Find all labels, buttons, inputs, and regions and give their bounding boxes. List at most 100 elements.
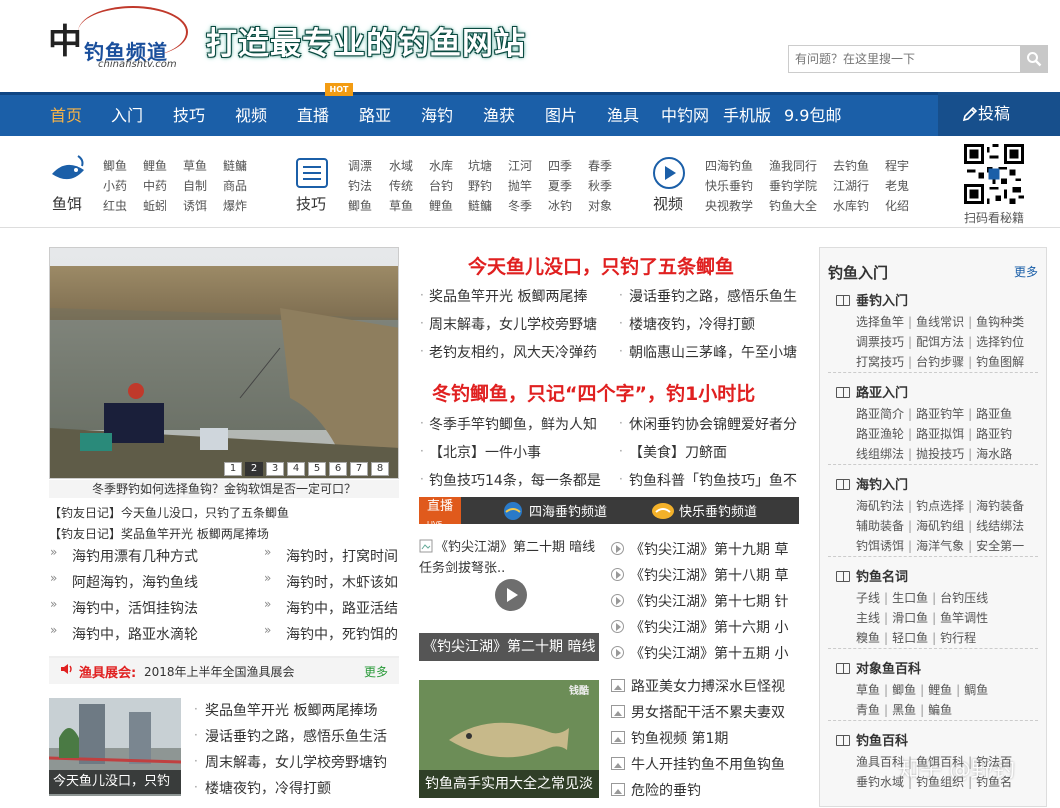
sidebar-link[interactable]: 海矶钓组: [916, 519, 964, 533]
category-link[interactable]: 红虫: [103, 197, 127, 214]
nav-item-video[interactable]: 视频: [235, 95, 267, 136]
post-button[interactable]: 投稿: [938, 92, 1060, 136]
category-link[interactable]: 台钓: [429, 177, 453, 194]
sidebar-link[interactable]: 台钓步骤: [916, 355, 964, 369]
category-link[interactable]: 江湖行: [833, 177, 869, 194]
category-link[interactable]: 抛竿: [508, 177, 532, 194]
list-item[interactable]: 周末解毒，女儿学校旁野塘: [429, 314, 605, 334]
sidebar-link[interactable]: 黑鱼: [892, 703, 916, 717]
sidebar-link[interactable]: 路亚拟饵: [916, 427, 964, 441]
category-link[interactable]: 冰钓: [548, 197, 572, 214]
sidebar-link[interactable]: 线组绑法: [856, 447, 904, 461]
category-tips-label[interactable]: 技巧: [296, 193, 326, 214]
picture-list-item[interactable]: 钓鱼视频 第1期: [611, 728, 799, 748]
search-button[interactable]: [1020, 45, 1048, 73]
sidebar-link[interactable]: 配饵方法: [916, 335, 964, 349]
sidebar-link[interactable]: 滑口鱼: [892, 611, 928, 625]
category-link[interactable]: 秋季: [588, 177, 612, 194]
category-link[interactable]: 渔我同行: [769, 157, 817, 174]
category-link[interactable]: 对象: [588, 197, 612, 214]
category-link[interactable]: 商品: [223, 177, 247, 194]
sidebar-link[interactable]: 安全第一: [976, 539, 1024, 553]
nav-item-live[interactable]: 直播: [297, 95, 329, 136]
sidebar-link[interactable]: 鲷鱼: [964, 683, 988, 697]
list-item[interactable]: 海钓中，路亚活结: [286, 598, 399, 618]
list-item[interactable]: 【美食】刀鲚面: [629, 442, 799, 462]
sidebar-link[interactable]: 海矶钓法: [856, 499, 904, 513]
slider-page-button[interactable]: 6: [329, 462, 347, 476]
fish-video-thumbnail[interactable]: 钱酷 钓鱼高手实用大全之常见淡: [419, 680, 599, 798]
sidebar-link[interactable]: 钓鱼图解: [976, 355, 1024, 369]
sidebar-link[interactable]: 路亚钓: [976, 427, 1012, 441]
sidebar-link[interactable]: 钓行程: [940, 631, 976, 645]
sidebar-link[interactable]: 海钓装备: [976, 499, 1024, 513]
sidebar-link[interactable]: 选择钓位: [976, 335, 1024, 349]
category-link[interactable]: 钓鱼大全: [769, 197, 817, 214]
sidebar-link[interactable]: 打窝技巧: [856, 355, 904, 369]
list-item[interactable]: 海钓时，木虾该如: [286, 572, 399, 592]
list-item[interactable]: 海钓时，打窝时间: [286, 546, 399, 566]
expo-more-link[interactable]: 更多: [364, 663, 388, 680]
category-link[interactable]: 老鬼: [885, 177, 909, 194]
diary-item[interactable]: 【钓友日记】奖品鱼竿开光 板鲫两尾捧场: [49, 525, 269, 542]
category-link[interactable]: 夏季: [548, 177, 572, 194]
category-link[interactable]: 中药: [143, 177, 167, 194]
category-link[interactable]: 草鱼: [183, 157, 207, 174]
category-link[interactable]: 鲫鱼: [348, 197, 372, 214]
news-thumbnail[interactable]: 今天鱼儿没口，只钓: [49, 698, 181, 796]
category-link[interactable]: 鲢鳙: [468, 197, 492, 214]
nav-item-zhongdiao[interactable]: 中钓网: [661, 95, 709, 136]
site-logo[interactable]: 中 钓鱼频道 chinafishtv.com: [48, 6, 208, 72]
video-list-item[interactable]: 《钓尖江湖》第十九期 草: [611, 539, 799, 559]
sidebar-link[interactable]: 鲫鱼: [892, 683, 916, 697]
slider-page-button[interactable]: 8: [371, 462, 389, 476]
search-input[interactable]: [789, 46, 1021, 72]
sidebar-link[interactable]: 鱼线常识: [916, 315, 964, 329]
sidebar-link[interactable]: 海洋气象: [916, 539, 964, 553]
sidebar-link[interactable]: 路亚简介: [856, 407, 904, 421]
category-link[interactable]: 冬季: [508, 197, 532, 214]
sidebar-link[interactable]: 钓鱼名: [976, 775, 1012, 789]
video-thumbnail[interactable]: 《钓尖江湖》第二十期 暗线任务剑拔弩张.. 《钓尖江湖》第二十期 暗线: [419, 537, 599, 661]
slider-page-button[interactable]: 3: [266, 462, 284, 476]
list-item[interactable]: 奖品鱼竿开光 板鲫两尾捧场: [205, 700, 400, 720]
sidebar-link[interactable]: 钓法百: [976, 755, 1012, 769]
list-item[interactable]: 奖品鱼竿开光 板鲫两尾捧: [429, 286, 605, 306]
category-link[interactable]: 鲫鱼: [103, 157, 127, 174]
category-link[interactable]: 传统: [389, 177, 413, 194]
sidebar-link[interactable]: 钓饵诱饵: [856, 539, 904, 553]
list-item[interactable]: 阿超海钓，海钓鱼线: [72, 572, 212, 592]
sidebar-section-title[interactable]: 对象鱼百科: [836, 658, 921, 677]
list-item[interactable]: 冬季手竿钓鲫鱼，鲜为人知: [429, 414, 605, 434]
picture-list-item[interactable]: 危险的垂钓: [611, 780, 799, 800]
list-item[interactable]: 休闲垂钓协会锦鲤爱好者分: [629, 414, 799, 434]
list-item[interactable]: 楼塘夜钓，冷得打颤: [205, 778, 400, 798]
slider-page-button[interactable]: 2: [245, 462, 263, 476]
picture-list-item[interactable]: 牛人开挂钓鱼不用鱼钩鱼: [611, 754, 799, 774]
nav-item-home[interactable]: 首页: [50, 95, 82, 136]
nav-item-shipping[interactable]: 9.9包邮: [784, 95, 841, 136]
category-link[interactable]: 草鱼: [389, 197, 413, 214]
play-button-icon[interactable]: [495, 579, 527, 611]
list-item[interactable]: 漫话垂钓之路，感悟乐鱼生活: [205, 726, 400, 746]
category-link[interactable]: 钓法: [348, 177, 372, 194]
sidebar-link[interactable]: 鱼钩种类: [976, 315, 1024, 329]
list-item[interactable]: 漫话垂钓之路，感悟乐鱼生: [629, 286, 799, 306]
list-item[interactable]: 朝临惠山三茅峰，午至小塘: [629, 342, 799, 362]
sidebar-link[interactable]: 主线: [856, 611, 880, 625]
photo-slider[interactable]: [49, 247, 399, 479]
slider-page-button[interactable]: 1: [224, 462, 242, 476]
sidebar-link[interactable]: 选择鱼竿: [856, 315, 904, 329]
list-item[interactable]: 老钓友相约，风大天冷弹药: [429, 342, 605, 362]
sidebar-link[interactable]: 路亚钓竿: [916, 407, 964, 421]
list-item[interactable]: 楼塘夜钓，冷得打颤: [629, 314, 799, 334]
video-list-item[interactable]: 《钓尖江湖》第十八期 草: [611, 565, 799, 585]
category-link[interactable]: 水域: [389, 157, 413, 174]
category-link[interactable]: 快乐垂钓: [705, 177, 753, 194]
nav-item-gear[interactable]: 渔具: [607, 95, 639, 136]
list-item[interactable]: 海钓中，路亚水滴轮: [72, 624, 212, 644]
category-link[interactable]: 程宇: [885, 157, 909, 174]
sidebar-section-title[interactable]: 路亚入门: [836, 382, 908, 401]
sidebar-link[interactable]: 糗鱼: [856, 631, 880, 645]
sidebar-link[interactable]: 路亚鱼: [976, 407, 1012, 421]
